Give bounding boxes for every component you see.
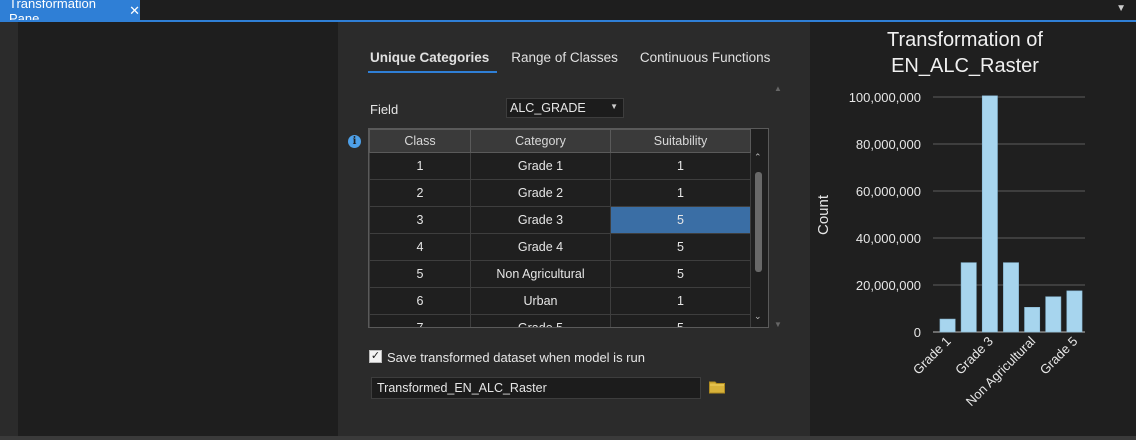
table-scrollbar-thumb[interactable] bbox=[755, 172, 762, 272]
table-row[interactable]: 2 Grade 2 1 bbox=[369, 179, 751, 207]
cell-category: Grade 3 bbox=[470, 206, 611, 234]
bar bbox=[1045, 296, 1062, 333]
x-tick-label: Grade 1 bbox=[910, 334, 954, 378]
tab-transformation-pane[interactable]: Transformation Pane ✕ bbox=[0, 0, 140, 26]
chart-title-line-1: Transformation of bbox=[887, 29, 1043, 51]
cell-suitability[interactable]: 5 bbox=[610, 314, 751, 327]
table-row[interactable]: 4 Grade 4 5 bbox=[369, 233, 751, 261]
cell-category: Grade 1 bbox=[470, 152, 611, 180]
y-tick-label: 20,000,000 bbox=[856, 278, 921, 293]
chart-title: Transformation of EN_ALC_Raster bbox=[810, 27, 1120, 79]
chevron-down-icon: ▼ bbox=[610, 102, 618, 111]
scroll-up-icon[interactable]: ⌃ bbox=[754, 152, 762, 163]
y-tick-label: 40,000,000 bbox=[856, 231, 921, 246]
panel-scrollbar[interactable]: ▲ ▼ bbox=[771, 84, 785, 329]
cell-suitability[interactable]: 1 bbox=[610, 179, 751, 207]
folder-icon[interactable] bbox=[709, 380, 725, 394]
info-icon[interactable]: i bbox=[348, 135, 361, 148]
cell-suitability[interactable]: 5 bbox=[610, 233, 751, 261]
table-scrollbar[interactable]: ⌃ ⌄ bbox=[751, 150, 767, 326]
tab-continuous-functions[interactable]: Continuous Functions bbox=[640, 50, 771, 65]
cell-suitability-selected[interactable]: 5 bbox=[610, 206, 751, 234]
tab-bar: Transformation Pane ✕ ▼ bbox=[0, 0, 1136, 26]
field-label: Field bbox=[370, 102, 399, 117]
cell-class: 5 bbox=[369, 260, 471, 288]
tab-menu-chevron-icon[interactable]: ▼ bbox=[1116, 3, 1126, 14]
table-header-row: Class Category Suitability bbox=[369, 129, 751, 153]
y-tick-label: 60,000,000 bbox=[856, 184, 921, 199]
map-view-panel bbox=[18, 22, 338, 436]
bar bbox=[1003, 262, 1019, 333]
histogram-chart: 0 20,000,000 40,000,000 60,000,000 80,000,00… bbox=[815, 90, 1085, 409]
y-tick-label: 80,000,000 bbox=[856, 137, 921, 152]
save-transformed-label: Save transformed dataset when model is r… bbox=[387, 350, 645, 365]
column-header-class[interactable]: Class bbox=[369, 129, 471, 153]
cell-category: Grade 4 bbox=[470, 233, 611, 261]
y-tick-label: 100,000,000 bbox=[849, 90, 921, 105]
field-dropdown-value: ALC_GRADE bbox=[510, 101, 586, 115]
category-table: Class Category Suitability 1 Grade 1 1 2… bbox=[368, 128, 769, 328]
y-tick-label: 0 bbox=[914, 325, 921, 340]
table-row[interactable]: 1 Grade 1 1 bbox=[369, 152, 751, 180]
tab-range-of-classes[interactable]: Range of Classes bbox=[511, 50, 618, 65]
table-row[interactable]: 6 Urban 1 bbox=[369, 287, 751, 315]
cell-class: 3 bbox=[369, 206, 471, 234]
table-row[interactable]: 3 Grade 3 5 bbox=[369, 206, 751, 234]
bar bbox=[939, 318, 956, 333]
cell-category: Non Agricultural bbox=[470, 260, 611, 288]
table-row[interactable]: 5 Non Agricultural 5 bbox=[369, 260, 751, 288]
column-header-suitability[interactable]: Suitability bbox=[610, 129, 751, 153]
cell-class: 2 bbox=[369, 179, 471, 207]
cell-category: Urban bbox=[470, 287, 611, 315]
cell-category: Grade 5 bbox=[470, 314, 611, 327]
output-name-field[interactable]: Transformed_EN_ALC_Raster bbox=[371, 377, 701, 399]
cell-category: Grade 2 bbox=[470, 179, 611, 207]
cell-class: 4 bbox=[369, 233, 471, 261]
cell-class: 6 bbox=[369, 287, 471, 315]
save-transformed-checkbox[interactable]: ✓ bbox=[369, 350, 382, 363]
output-name-value: Transformed_EN_ALC_Raster bbox=[377, 381, 547, 395]
bar bbox=[1066, 290, 1083, 333]
x-tick-label: Grade 5 bbox=[1037, 334, 1081, 378]
panel-scroll-down-icon[interactable]: ▼ bbox=[774, 320, 782, 329]
chart-title-line-2: EN_ALC_Raster bbox=[891, 55, 1039, 77]
tab-unique-categories[interactable]: Unique Categories bbox=[367, 50, 498, 73]
left-strip bbox=[0, 22, 18, 436]
cell-suitability[interactable]: 1 bbox=[610, 287, 751, 315]
bar bbox=[960, 262, 977, 333]
bottom-border bbox=[0, 436, 1136, 440]
cell-suitability[interactable]: 5 bbox=[610, 260, 751, 288]
cell-class: 7 bbox=[369, 314, 471, 327]
close-icon[interactable]: ✕ bbox=[129, 3, 140, 19]
method-tabs: Unique Categories Range of Classes Conti… bbox=[367, 50, 792, 73]
cell-class: 1 bbox=[369, 152, 471, 180]
bar bbox=[1024, 307, 1041, 333]
column-header-category[interactable]: Category bbox=[470, 129, 611, 153]
bar bbox=[981, 95, 998, 333]
y-axis-label: Count bbox=[815, 194, 832, 235]
cell-suitability[interactable]: 1 bbox=[610, 152, 751, 180]
panel-scroll-up-icon[interactable]: ▲ bbox=[774, 84, 782, 93]
scroll-down-icon[interactable]: ⌄ bbox=[754, 311, 762, 322]
field-dropdown[interactable]: ALC_GRADE ▼ bbox=[506, 98, 624, 118]
table-row[interactable]: 7 Grade 5 5 bbox=[369, 314, 751, 327]
